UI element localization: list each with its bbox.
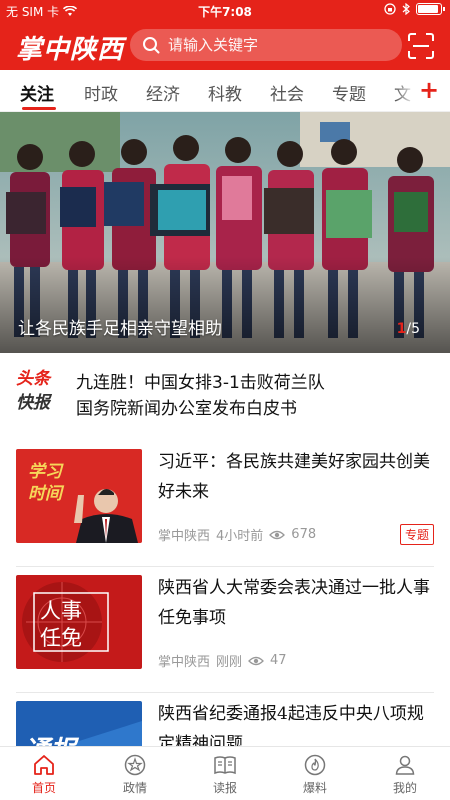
search-icon: [143, 37, 160, 54]
news-views: 47: [270, 653, 287, 668]
flame-icon: [304, 754, 326, 776]
banner-pager: 1/5: [396, 321, 420, 337]
tab-society[interactable]: 社会: [270, 80, 304, 105]
headline-item[interactable]: 九连胜！中国女排3-1击败荷兰队: [76, 368, 325, 393]
banner-caption: 让各民族手足相亲守望相助: [18, 319, 222, 339]
nav-newspaper[interactable]: 读报: [195, 753, 255, 796]
app-header: 掌中陕西: [0, 22, 450, 70]
news-thumbnail: 学习 时间: [16, 449, 142, 543]
battery-icon: [416, 3, 445, 15]
topic-tag: 专题: [399, 524, 434, 545]
svg-text:任免: 任免: [40, 626, 82, 650]
add-tab-button[interactable]: +: [419, 76, 439, 104]
svg-text:时间: 时间: [28, 484, 65, 504]
news-views: 678: [291, 527, 317, 542]
news-meta: 掌中陕西 4小时前 678: [158, 525, 316, 544]
active-tab-indicator: [22, 107, 56, 110]
tab-follow[interactable]: 关注: [20, 80, 54, 105]
news-title: 陕西省人大常委会表决通过一批人事任免事项: [158, 578, 430, 628]
tab-special[interactable]: 专题: [332, 80, 366, 105]
tab-politics[interactable]: 时政: [84, 80, 118, 105]
views-icon: [248, 656, 264, 665]
search-input[interactable]: [168, 29, 396, 61]
svg-text:人事: 人事: [40, 599, 82, 623]
nav-tipoff[interactable]: 爆料: [285, 753, 345, 796]
app-logo: 掌中陕西: [16, 35, 125, 65]
nav-home[interactable]: 首页: [14, 753, 74, 796]
status-time: 下午7:08: [198, 5, 252, 19]
category-tabs: 关注 时政 经济 科教 社会 专题 文 +: [0, 70, 450, 112]
news-title: 习近平：各民族共建美好家园共创美好未来: [158, 452, 430, 502]
orientation-lock-icon: [384, 3, 396, 15]
tab-economy[interactable]: 经济: [146, 80, 180, 105]
news-card[interactable]: 学习 时间 习近平：各民族共建美好家园共创美好未来 掌中陕西 4小时前 678 …: [0, 441, 450, 567]
user-icon: [395, 755, 415, 775]
nav-politics[interactable]: 政情: [105, 753, 165, 796]
news-source: 掌中陕西: [158, 655, 211, 670]
views-icon: [269, 530, 286, 539]
news-meta: 掌中陕西 刚刚 47: [158, 651, 287, 670]
news-source: 掌中陕西: [158, 529, 211, 544]
headline-flash-logo: 头条 快报: [16, 369, 50, 413]
tab-science-education[interactable]: 科教: [208, 80, 242, 105]
bottom-nav: 首页 政情 读报 爆料 我的: [0, 746, 450, 800]
news-card[interactable]: 人事 任免 陕西省人大常委会表决通过一批人事任免事项 掌中陕西 刚刚 47: [0, 567, 450, 693]
headline-flash: 头条 快报 九连胜！中国女排3-1击败荷兰队 国务院新闻办公室发布白皮书: [0, 353, 450, 433]
banner-carousel[interactable]: 让各民族手足相亲守望相助 1/5: [0, 112, 450, 353]
headline-item[interactable]: 国务院新闻办公室发布白皮书: [76, 394, 297, 419]
bluetooth-icon: [402, 3, 410, 15]
home-icon: [34, 755, 54, 775]
nav-profile[interactable]: 我的: [375, 753, 435, 796]
book-icon: [214, 756, 236, 775]
news-time: 4小时前: [216, 529, 264, 544]
emblem-icon: [124, 754, 146, 776]
svg-text:学习: 学习: [28, 462, 64, 482]
search-bar[interactable]: [130, 29, 402, 61]
news-time: 刚刚: [216, 655, 243, 670]
scan-icon[interactable]: [408, 33, 434, 59]
status-bar: 无 SIM 卡 下午7:08: [0, 0, 450, 22]
news-thumbnail: 人事 任免: [16, 575, 142, 669]
